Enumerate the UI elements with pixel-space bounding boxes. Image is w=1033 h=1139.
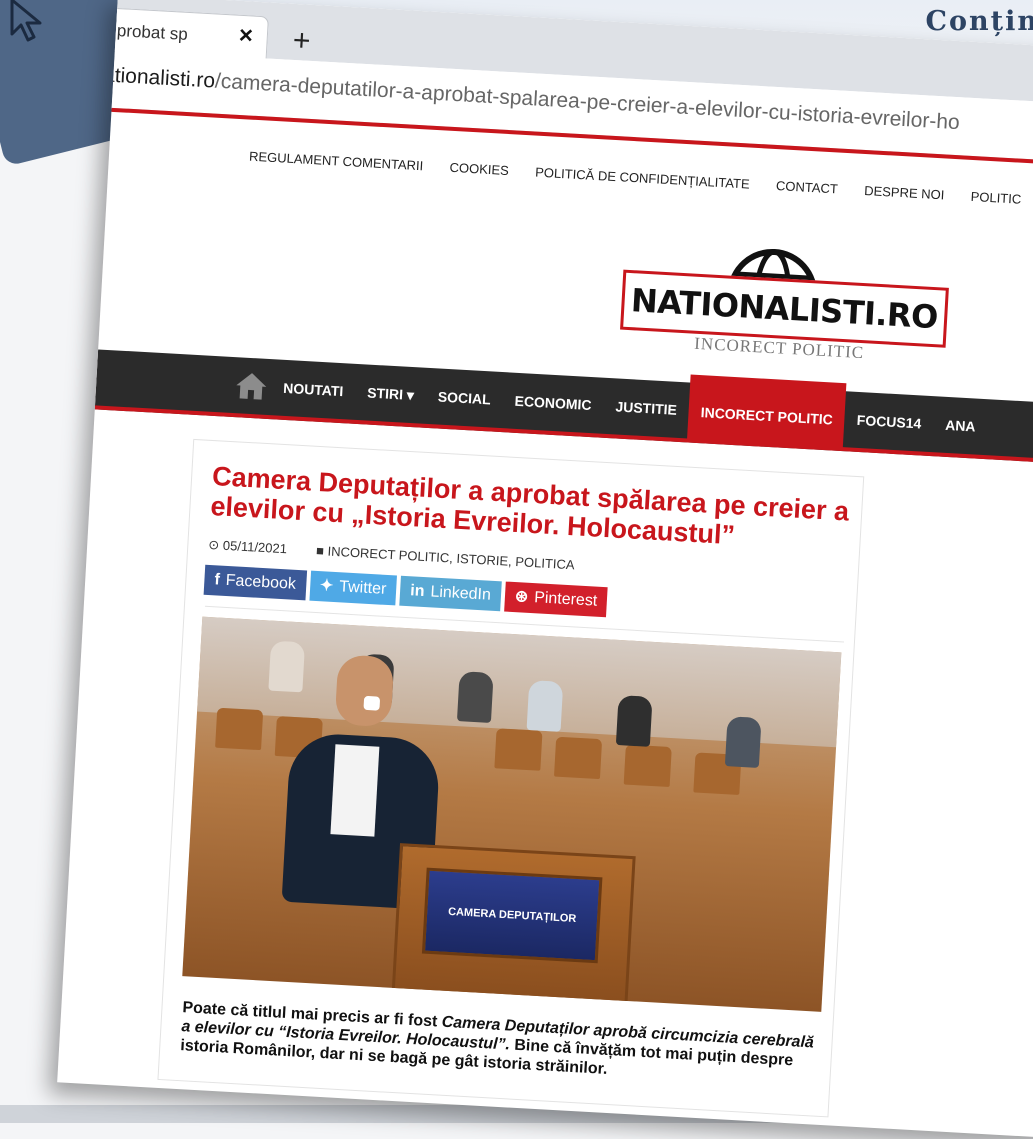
facebook-label: Facebook — [225, 572, 296, 593]
nav-incorect-politic[interactable]: INCORECT POLITIC — [687, 375, 847, 450]
photo-seat — [494, 728, 542, 771]
photo-seat — [554, 737, 602, 780]
browser-screenshot: probat sp × + nationalisti.ro/camera-dep… — [57, 0, 1033, 1139]
podium-sign: CAMERA DEPUTAȚILOR — [422, 868, 603, 964]
article-photo: CAMERA DEPUTAȚILOR — [182, 617, 841, 1012]
nav-justitie[interactable]: JUSTITIE — [602, 378, 690, 439]
home-icon[interactable] — [230, 357, 273, 415]
logo-text: NATIONALISTI.RO — [630, 281, 939, 336]
photo-speaker-shirt — [330, 744, 379, 836]
site-logo[interactable]: NATIONALISTI.RO INCORECT POLITIC — [618, 238, 954, 376]
new-tab-button[interactable]: + — [283, 23, 321, 61]
linkedin-label: LinkedIn — [430, 583, 491, 603]
photo-person — [527, 680, 564, 732]
photo-nose-patch — [363, 696, 380, 711]
twitter-share-button[interactable]: ✦ Twitter — [309, 571, 397, 606]
facebook-share-button[interactable]: f Facebook — [204, 565, 307, 601]
photo-seat — [624, 745, 672, 788]
tab-title: probat sp — [116, 21, 188, 45]
linkedin-share-button[interactable]: in LinkedIn — [399, 576, 501, 612]
top-link-contact[interactable]: CONTACT — [776, 178, 839, 196]
article-date: 05/11/2021 — [223, 538, 288, 557]
pinterest-icon: ⊛ — [514, 588, 528, 606]
nav-ana[interactable]: ANA — [932, 396, 989, 455]
folder-icon: ■ — [316, 543, 325, 558]
nav-focus14[interactable]: FOCUS14 — [843, 391, 935, 452]
nav-economic[interactable]: ECONOMIC — [501, 372, 605, 434]
photo-person — [616, 695, 653, 747]
linkedin-icon: in — [410, 582, 425, 600]
photo-speaker-head — [335, 654, 395, 727]
top-link-politic[interactable]: POLITIC — [970, 189, 1021, 207]
top-link-regulament[interactable]: REGULAMENT COMENTARII — [249, 149, 424, 174]
top-link-privacy[interactable]: POLITICĂ DE CONFIDENȚIALITATE — [535, 165, 750, 192]
nav-social[interactable]: SOCIAL — [424, 368, 504, 428]
top-links: REGULAMENT COMENTARII COOKIES POLITICĂ D… — [249, 148, 1033, 210]
backdrop-heading: Conțin — [926, 6, 1033, 37]
photo-podium: CAMERA DEPUTAȚILOR — [392, 843, 636, 1007]
cursor-icon — [6, 0, 52, 42]
article-body: Poate că titlul mai precis ar fi fost Ca… — [180, 998, 822, 1091]
top-link-about[interactable]: DESPRE NOI — [864, 183, 945, 202]
top-link-cookies[interactable]: COOKIES — [449, 160, 509, 178]
twitter-icon: ✦ — [319, 577, 333, 595]
facebook-icon: f — [214, 571, 220, 588]
photo-person — [457, 671, 494, 723]
twitter-label: Twitter — [339, 578, 387, 598]
photo-person — [725, 716, 762, 768]
photo-seat — [215, 708, 263, 751]
close-tab-icon[interactable]: × — [238, 22, 254, 51]
nav-stiri[interactable]: STIRI ▾ — [354, 364, 428, 424]
photo-person — [268, 641, 305, 693]
article-categories[interactable]: INCORECT POLITIC, ISTORIE, POLITICA — [327, 544, 575, 573]
pinterest-label: Pinterest — [534, 589, 598, 609]
pinterest-share-button[interactable]: ⊛ Pinterest — [504, 582, 608, 618]
article-card: Camera Deputaților a aprobat spălarea pe… — [157, 439, 864, 1118]
nav-noutati[interactable]: NOUTATI — [270, 359, 357, 420]
clock-icon: ⊙ — [208, 537, 220, 553]
